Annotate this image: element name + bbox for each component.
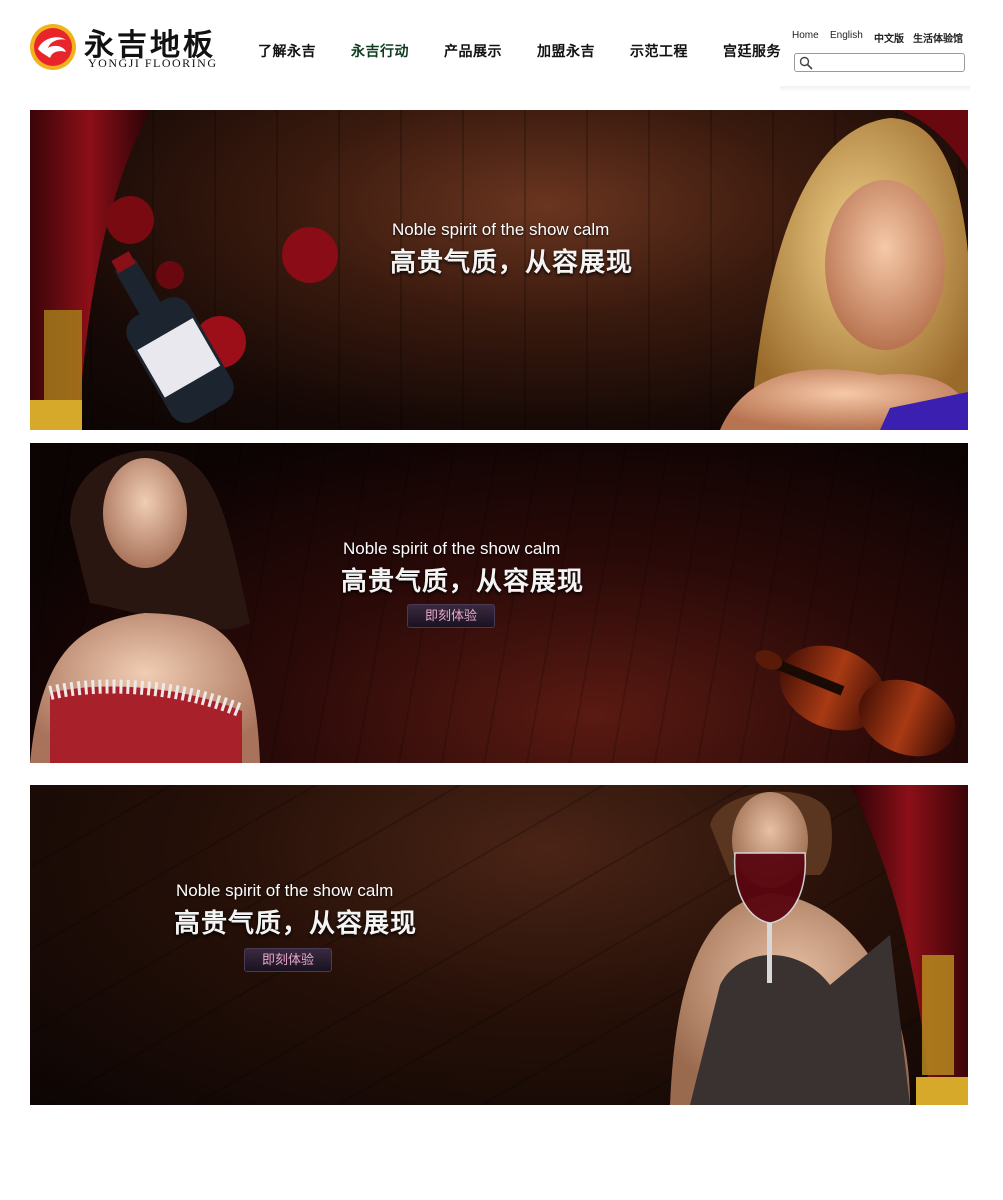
link-english[interactable]: English [830, 30, 863, 41]
search-divider [780, 86, 970, 92]
search-icon[interactable] [799, 56, 813, 70]
nav-item-service[interactable]: 宫廷服务 [723, 41, 781, 61]
banner-3[interactable]: Noble spirit of the show calm 高贵气质，从容展现 … [30, 785, 968, 1105]
banner-2-illustration [30, 450, 956, 763]
link-experience-hall[interactable]: 生活体验馆 [913, 30, 963, 45]
nav-item-franchise[interactable]: 加盟永吉 [537, 41, 595, 61]
banner-3-cta-button[interactable]: 即刻体验 [244, 948, 332, 972]
nav-item-products[interactable]: 产品展示 [444, 41, 502, 61]
banner-2-cta-button[interactable]: 即刻体验 [407, 604, 495, 628]
search-box [794, 53, 965, 72]
search-input[interactable] [815, 55, 961, 70]
banner-1[interactable]: Noble spirit of the show calm 高贵气质，从容展现 [30, 110, 968, 430]
banner-2-slogan-en: Noble spirit of the show calm [343, 539, 561, 558]
banner-2-slogan-cn: 高贵气质，从容展现 [341, 566, 585, 596]
banner-2[interactable]: Noble spirit of the show calm 高贵气质，从容展现 … [30, 443, 968, 763]
link-home[interactable]: Home [792, 30, 819, 41]
nav-item-actions[interactable]: 永吉行动 [351, 41, 409, 61]
link-chinese[interactable]: 中文版 [874, 30, 904, 45]
banner-3-slogan-en: Noble spirit of the show calm [176, 881, 394, 900]
nav-item-projects[interactable]: 示范工程 [630, 41, 688, 61]
banner-1-slogan-cn: 高贵气质，从容展现 [390, 247, 634, 277]
nav-item-about[interactable]: 了解永吉 [258, 41, 316, 61]
top-links: Home English 中文版 生活体验馆 [792, 30, 972, 45]
banner-3-slogan-cn: 高贵气质，从容展现 [174, 908, 418, 938]
main-nav: 了解永吉 永吉行动 产品展示 加盟永吉 示范工程 宫廷服务 [0, 41, 790, 61]
banner-3-illustration [670, 785, 968, 1105]
banner-1-slogan-en: Noble spirit of the show calm [392, 220, 610, 239]
